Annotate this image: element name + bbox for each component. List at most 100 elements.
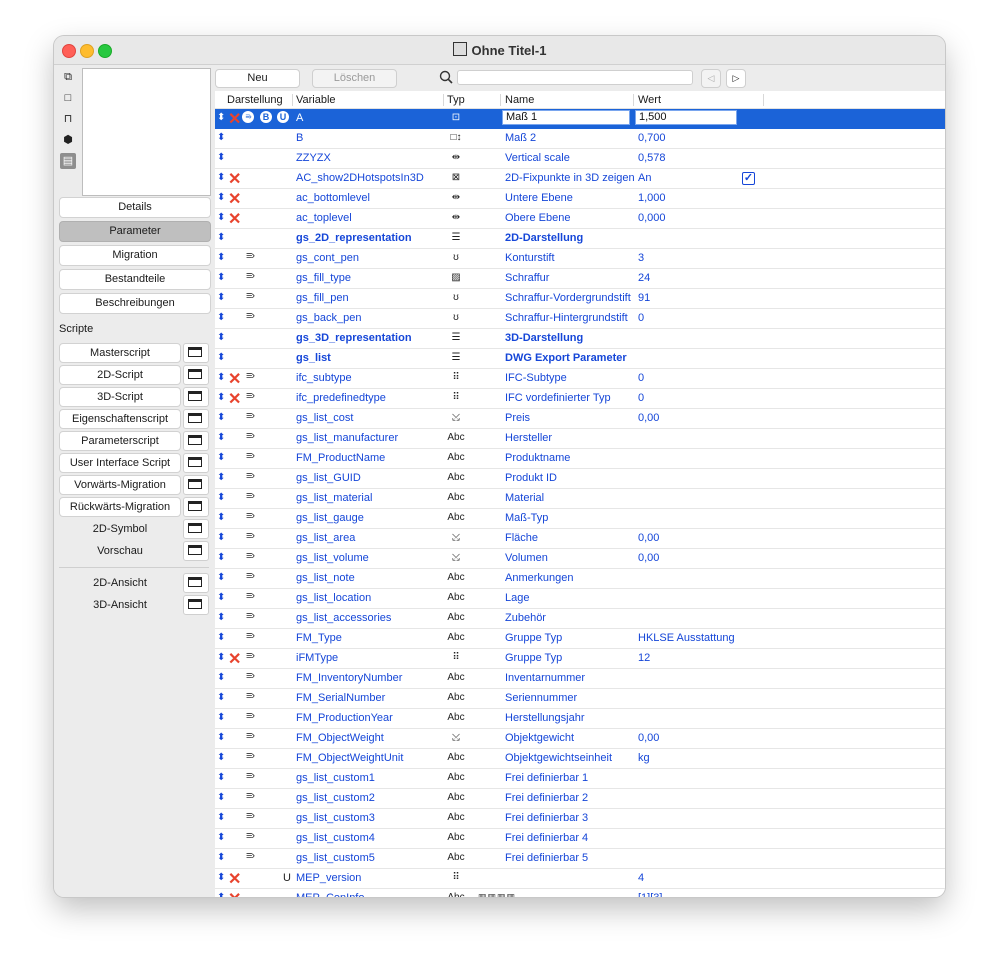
variable-cell[interactable]: gs_back_pen xyxy=(296,312,361,324)
variable-cell[interactable]: gs_list_custom5 xyxy=(296,852,375,864)
variable-cell[interactable]: FM_ObjectWeight xyxy=(296,732,384,744)
header-typ[interactable]: Typ xyxy=(447,94,465,106)
reorder-handle-icon[interactable]: ⬍ xyxy=(217,772,225,783)
name-cell[interactable]: Inventarnummer xyxy=(505,672,585,684)
list-indent-icon[interactable]: ≡› xyxy=(246,710,255,722)
list-indent-icon[interactable]: ≡› xyxy=(246,570,255,582)
variable-cell[interactable]: gs_list_material xyxy=(296,492,372,504)
script-button[interactable]: Vorwärts-Migration xyxy=(59,475,181,495)
type-icon[interactable]: ⊡ xyxy=(447,112,465,123)
value-cell[interactable]: 24 xyxy=(638,272,650,284)
variable-cell[interactable]: FM_SerialNumber xyxy=(296,692,385,704)
list-indent-icon[interactable]: ≡› xyxy=(246,610,255,622)
table-row[interactable]: ⬍ ≡› gs_list_manufacturer Abc Hersteller xyxy=(215,429,945,449)
value-cell[interactable]: 1,000 xyxy=(638,192,666,204)
variable-cell[interactable]: ifc_subtype xyxy=(296,372,352,384)
variable-cell[interactable]: FM_ProductionYear xyxy=(296,712,393,724)
reorder-handle-icon[interactable]: ⬍ xyxy=(217,132,225,143)
open-window-icon[interactable] xyxy=(183,387,209,407)
type-icon[interactable]: Abc xyxy=(447,752,465,763)
table-row[interactable]: ⬍ ≡› gs_list_note Abc Anmerkungen xyxy=(215,569,945,589)
square-icon[interactable]: □ xyxy=(60,90,76,106)
list-indent-icon[interactable]: ≡› xyxy=(246,750,255,762)
name-cell[interactable]: IFC-Subtype xyxy=(505,372,567,384)
list-indent-icon[interactable]: ≡› xyxy=(246,690,255,702)
variable-cell[interactable]: A xyxy=(296,112,303,124)
hidden-x-icon[interactable]: ✕ xyxy=(228,649,241,669)
hidden-x-icon[interactable]: ✕ xyxy=(228,389,241,409)
reorder-handle-icon[interactable]: ⬍ xyxy=(217,552,225,563)
type-icon[interactable]: ⤩ xyxy=(447,552,465,563)
name-cell[interactable]: Frei definierbar 4 xyxy=(505,832,588,844)
table-row[interactable]: ⬍ ≡› FM_Type Abc Gruppe Typ HKLSE Ausstattung xyxy=(215,629,945,649)
header-variable[interactable]: Variable xyxy=(296,94,336,106)
value-cell[interactable]: 0,700 xyxy=(638,132,666,144)
table-row[interactable]: ⬍ ≡› gs_back_pen ʊ Schraffur-Hintergrundstif… xyxy=(215,309,945,329)
reorder-handle-icon[interactable]: ⬍ xyxy=(217,892,225,897)
variable-cell[interactable]: gs_list_custom4 xyxy=(296,832,375,844)
table-row[interactable]: ⬍ ≡› gs_fill_type ▨ Schraffur 24 xyxy=(215,269,945,289)
script-button[interactable]: Masterscript xyxy=(59,343,181,363)
name-cell[interactable]: Frei definierbar 3 xyxy=(505,812,588,824)
type-icon[interactable]: Abc xyxy=(447,892,465,897)
reorder-handle-icon[interactable]: ⬍ xyxy=(217,412,225,423)
open-window-icon[interactable] xyxy=(183,573,209,593)
variable-cell[interactable]: gs_2D_representation xyxy=(296,232,412,244)
type-icon[interactable]: ʊ xyxy=(447,292,465,303)
variable-cell[interactable]: gs_list_accessories xyxy=(296,612,391,624)
list-indent-icon[interactable]: ≡› xyxy=(246,790,255,802)
nav-button-migration[interactable]: Migration xyxy=(59,245,211,266)
variable-cell[interactable]: gs_list_volume xyxy=(296,552,369,564)
variable-cell[interactable]: gs_list_custom1 xyxy=(296,772,375,784)
table-row[interactable]: ⬍ ≡› FM_ProductName Abc Produktname xyxy=(215,449,945,469)
header-darstellung[interactable]: Darstellung xyxy=(227,94,283,106)
film-icon[interactable]: ▤ xyxy=(60,153,76,169)
type-icon[interactable]: Abc xyxy=(447,812,465,823)
value-cell[interactable]: An xyxy=(638,172,651,184)
reorder-handle-icon[interactable]: ⬍ xyxy=(217,792,225,803)
type-icon[interactable]: Abc xyxy=(447,572,465,583)
view-button[interactable]: 2D-Ansicht xyxy=(59,573,181,593)
cube-icon[interactable]: ⬢ xyxy=(60,132,76,148)
value-cell[interactable]: 0,00 xyxy=(638,552,659,564)
list-indent-icon[interactable]: ≡› xyxy=(246,470,255,482)
table-row[interactable]: ⬍ ≡› gs_list_accessories Abc Zubehör xyxy=(215,609,945,629)
reorder-handle-icon[interactable]: ⬍ xyxy=(217,252,225,263)
name-cell[interactable]: Schraffur-Vordergrundstift xyxy=(505,292,631,304)
reorder-handle-icon[interactable]: ⬍ xyxy=(217,652,225,663)
value-cell[interactable]: 0 xyxy=(638,392,644,404)
type-icon[interactable]: Abc xyxy=(447,612,465,623)
open-window-icon[interactable] xyxy=(183,343,209,363)
reorder-handle-icon[interactable]: ⬍ xyxy=(217,392,225,403)
value-cell[interactable]: [1][3] xyxy=(638,892,662,897)
table-row[interactable]: ⬍ ≡› FM_SerialNumber Abc Seriennummer xyxy=(215,689,945,709)
variable-cell[interactable]: ifc_predefinedtype xyxy=(296,392,386,404)
reorder-handle-icon[interactable]: ⬍ xyxy=(217,192,225,203)
unique-badge-icon[interactable]: U xyxy=(277,111,289,123)
value-cell[interactable]: 0,578 xyxy=(638,152,666,164)
reorder-handle-icon[interactable]: ⬍ xyxy=(217,372,225,383)
open-window-icon[interactable] xyxy=(183,453,209,473)
hidden-x-icon[interactable]: ✕ xyxy=(228,889,241,897)
value-cell[interactable]: 0 xyxy=(638,372,644,384)
name-cell[interactable]: Preis xyxy=(505,412,530,424)
type-icon[interactable]: Abc xyxy=(447,692,465,703)
table-row[interactable]: ⬍ ≡› FM_ProductionYear Abc Herstellungsjahr xyxy=(215,709,945,729)
type-icon[interactable]: Abc xyxy=(447,712,465,723)
reorder-handle-icon[interactable]: ⬍ xyxy=(217,352,225,363)
type-icon[interactable]: ⤩ xyxy=(447,732,465,743)
delete-button[interactable]: Löschen xyxy=(312,69,397,88)
variable-cell[interactable]: gs_3D_representation xyxy=(296,332,412,344)
name-cell[interactable]: IFC vordefinierter Typ xyxy=(505,392,611,404)
variable-cell[interactable]: ZZYZX xyxy=(296,152,331,164)
variable-cell[interactable]: FM_InventoryNumber xyxy=(296,672,402,684)
name-cell[interactable]: Fläche xyxy=(505,532,538,544)
reorder-handle-icon[interactable]: ⬍ xyxy=(217,212,225,223)
array-icon[interactable]: ▥▥▥▥ xyxy=(478,892,516,897)
name-cell[interactable]: Hersteller xyxy=(505,432,552,444)
value-cell[interactable]: 4 xyxy=(638,872,644,884)
search-input[interactable] xyxy=(457,70,693,85)
next-button[interactable]: ▷ xyxy=(726,69,746,88)
name-cell[interactable]: Maß-Typ xyxy=(505,512,548,524)
list-indent-icon[interactable]: ≡› xyxy=(246,770,255,782)
